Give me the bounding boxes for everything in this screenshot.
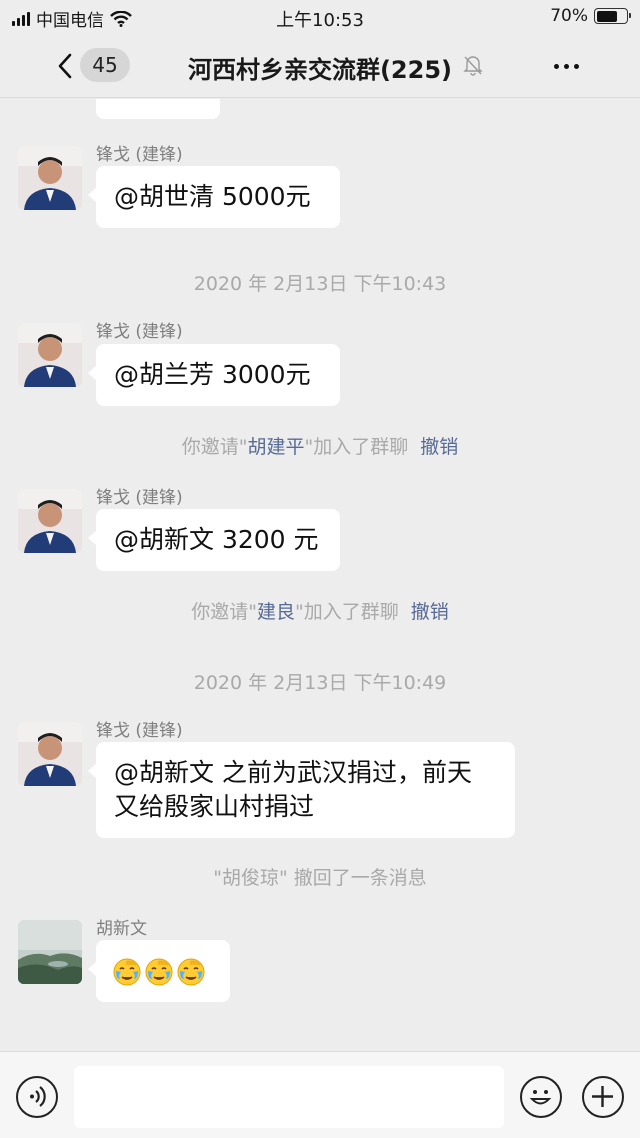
message-bubble[interactable]: @胡新文 之前为武汉捐过，前天 又给殷家山村捐过 bbox=[88, 742, 515, 838]
system-message-invite: 你邀请"建良"加入了群聊 撤销 bbox=[0, 597, 640, 624]
revoke-link[interactable]: 撤销 bbox=[411, 601, 449, 623]
avatar-fengge[interactable] bbox=[18, 722, 82, 786]
mute-bell-icon bbox=[463, 56, 483, 76]
chat-header: 45 河西村乡亲交流群(225) bbox=[0, 34, 640, 98]
timestamp: 2020 年 2月13日 下午10:49 bbox=[193, 672, 447, 694]
message-bubble[interactable]: @胡新文 3200 元 bbox=[88, 509, 340, 571]
input-bar bbox=[0, 1051, 640, 1138]
facepalm-cry-emoji bbox=[177, 958, 205, 986]
message-bubble[interactable]: @胡世清 5000元 bbox=[88, 166, 340, 228]
system-message-recall: "胡俊琼" 撤回了一条消息 bbox=[213, 867, 427, 889]
message-line: @胡新文 之前为武汉捐过，前天 bbox=[114, 758, 472, 787]
system-text: 你邀请" bbox=[181, 436, 248, 458]
avatar-fengge[interactable] bbox=[18, 489, 82, 553]
sender-name: 锋戈 (建锋) bbox=[96, 145, 183, 165]
system-text: 你邀请" bbox=[191, 601, 257, 623]
status-bar: 中国电信 上午10:53 70% bbox=[0, 0, 640, 34]
battery-icon bbox=[594, 8, 631, 24]
clock: 上午10:53 bbox=[276, 10, 364, 31]
system-message-invite: 你邀请"胡建平"加入了群聊 撤销 bbox=[0, 432, 640, 459]
sender-name: 胡新文 bbox=[96, 919, 147, 939]
unread-count-badge[interactable]: 45 bbox=[80, 48, 130, 82]
message-line: 又给殷家山村捐过 bbox=[114, 792, 315, 821]
message-bubble[interactable]: @胡兰芳 3000元 bbox=[88, 344, 340, 406]
avatar-fengge[interactable] bbox=[18, 146, 82, 210]
status-right: 70% bbox=[550, 6, 631, 26]
voice-icon[interactable] bbox=[16, 1076, 58, 1118]
avatar-huxinwen[interactable] bbox=[18, 920, 82, 984]
message-bubble[interactable] bbox=[88, 940, 230, 1002]
sender-name: 锋戈 (建锋) bbox=[96, 721, 183, 741]
revoke-link[interactable]: 撤销 bbox=[420, 436, 458, 458]
sender-name: 锋戈 (建锋) bbox=[96, 322, 183, 342]
system-text: "加入了群聊 bbox=[295, 601, 399, 623]
message-input[interactable] bbox=[74, 1066, 504, 1128]
plus-icon[interactable] bbox=[582, 1076, 624, 1118]
back-icon[interactable] bbox=[52, 52, 80, 80]
facepalm-cry-emoji bbox=[145, 958, 173, 986]
avatar-fengge[interactable] bbox=[18, 323, 82, 387]
group-title: 河西村乡亲交流群(225) bbox=[187, 56, 453, 84]
facepalm-cry-emoji bbox=[113, 958, 141, 986]
chat-area[interactable]: 锋戈 (建锋) @胡世清 5000元 2020 年 2月13日 下午10:43 … bbox=[0, 99, 640, 1051]
battery-percent: 70% bbox=[550, 6, 588, 26]
invitee-link[interactable]: 胡建平 bbox=[247, 436, 304, 458]
emoji-icon[interactable] bbox=[520, 1076, 562, 1118]
system-text: "加入了群聊 bbox=[304, 436, 409, 458]
timestamp: 2020 年 2月13日 下午10:43 bbox=[193, 273, 447, 295]
message-bubble-partial bbox=[96, 99, 220, 119]
sender-name: 锋戈 (建锋) bbox=[96, 488, 183, 508]
more-icon[interactable] bbox=[548, 54, 584, 78]
invitee-link[interactable]: 建良 bbox=[257, 601, 295, 623]
